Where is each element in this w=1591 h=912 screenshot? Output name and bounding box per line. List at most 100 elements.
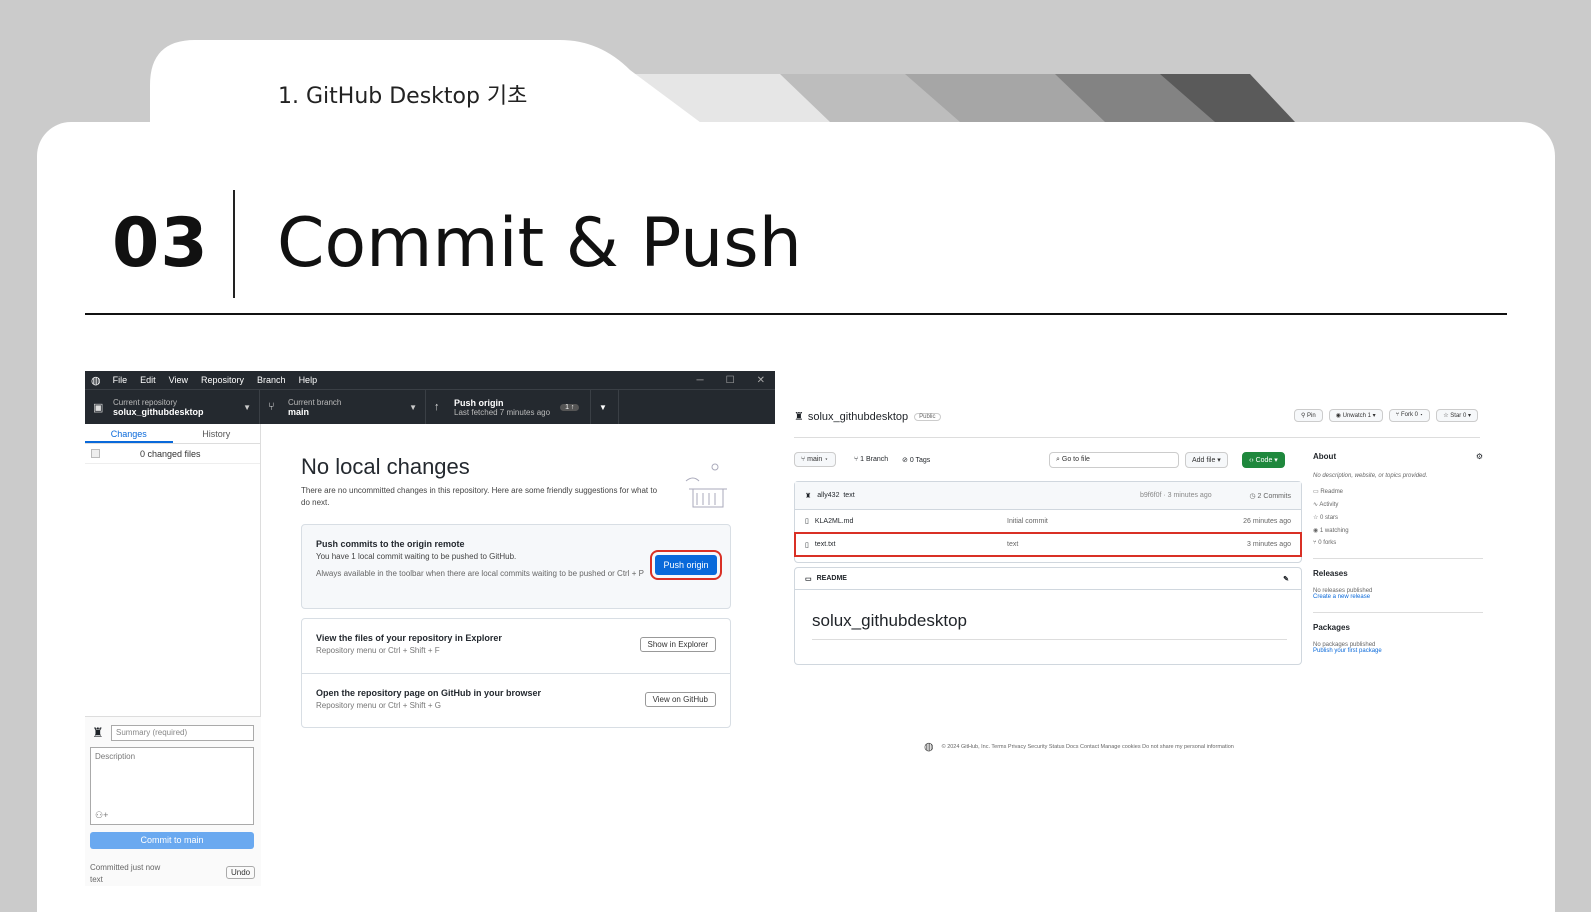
- committed-message: text: [90, 875, 103, 884]
- commits-link[interactable]: ◷ 2 Commits: [1249, 492, 1291, 500]
- latest-commit-row: ♜ ally432 text b9f6f0f · 3 minutes ago ◷…: [795, 482, 1301, 510]
- avatar: ♜: [805, 492, 812, 500]
- commits-count: 2 Commits: [1257, 492, 1291, 500]
- forks-link: 0 forks: [1318, 540, 1337, 546]
- about-stars[interactable]: ☆ 0 stars: [1313, 514, 1483, 521]
- file-time: 26 minutes ago: [1243, 517, 1291, 525]
- menu-help[interactable]: Help: [299, 375, 318, 385]
- about-heading: About: [1313, 452, 1337, 461]
- about-watching[interactable]: ◉ 1 watching: [1313, 527, 1483, 534]
- packages-heading[interactable]: Packages: [1313, 623, 1483, 632]
- eye-icon: ◉: [1335, 413, 1343, 419]
- github-logo-icon: ◍: [91, 374, 101, 387]
- changes-sidebar: Changes History 0 changed files ♜ Summar…: [85, 424, 261, 886]
- current-repo-label: Current repository: [113, 397, 178, 407]
- github-repo-page: ♜ solux_githubdesktop Public ⚲ Pin ◉ Unw…: [794, 400, 1494, 770]
- tags-link[interactable]: ⊘ 0 Tags: [902, 456, 930, 464]
- close-icon[interactable]: ✕: [757, 375, 765, 386]
- commit-message[interactable]: text: [843, 492, 854, 499]
- current-branch-button[interactable]: ⑂ Current branch main ▼: [260, 390, 426, 424]
- about-readme[interactable]: ▭ Readme: [1313, 488, 1483, 495]
- title-divider: [233, 190, 235, 298]
- about-activity[interactable]: ∿ Activity: [1313, 501, 1483, 508]
- branch-select[interactable]: ⑂ main ▾: [794, 452, 836, 467]
- minimize-icon[interactable]: ─: [697, 375, 704, 386]
- unwatch-label: Unwatch 1: [1342, 413, 1371, 419]
- branch-icon: ⑂: [268, 401, 275, 413]
- file-name[interactable]: KLA2ML.md: [815, 518, 854, 525]
- avatar: ♜: [92, 725, 104, 740]
- branches-link[interactable]: ⑂ 1 Branch: [854, 456, 888, 463]
- edit-icon[interactable]: ✎: [1283, 575, 1289, 583]
- branch-name: main: [807, 456, 823, 463]
- folder-tab-background: [150, 40, 1295, 122]
- undo-button[interactable]: Undo: [226, 866, 256, 879]
- repo-name-link[interactable]: solux_githubdesktop: [808, 411, 908, 423]
- table-row[interactable]: ▯ KLA2ML.md Initial commit 26 minutes ag…: [795, 510, 1301, 533]
- footer-links[interactable]: © 2024 GitHub, Inc. Terms Privacy Securi…: [942, 744, 1234, 750]
- view-on-github-button[interactable]: View on GitHub: [644, 692, 716, 707]
- fork-button[interactable]: ⑂ Fork 0 ▾: [1388, 409, 1431, 422]
- push-dropdown-button[interactable]: ▼: [591, 390, 619, 424]
- tab-history[interactable]: History: [173, 424, 261, 443]
- commit-area: ♜ Summary (required) Description ⚇+ Commi…: [85, 716, 261, 886]
- menu-edit[interactable]: Edit: [140, 375, 156, 385]
- activity-link: Activity: [1319, 502, 1339, 508]
- footer: ◍ © 2024 GitHub, Inc. Terms Privacy Secu…: [924, 740, 1234, 753]
- star-label: Star 0: [1450, 413, 1467, 419]
- fork-label: Fork 0: [1400, 412, 1418, 418]
- menu-branch[interactable]: Branch: [257, 375, 286, 385]
- push-suggestion-card: Push commits to the origin remote You ha…: [301, 524, 731, 609]
- readme-title: solux_githubdesktop: [812, 611, 968, 630]
- toolbar: ▣ Current repository solux_githubdesktop …: [85, 389, 775, 424]
- readme-tab[interactable]: README: [817, 575, 847, 582]
- file-name[interactable]: text.txt: [815, 541, 836, 548]
- code-button[interactable]: ‹› Code ▾: [1242, 452, 1285, 468]
- show-in-explorer-button[interactable]: Show in Explorer: [639, 637, 716, 652]
- go-to-file-placeholder: Go to file: [1061, 456, 1090, 463]
- about-sidebar: About ⚙ No description, website, or topic…: [1313, 452, 1483, 654]
- file-commit-message[interactable]: text: [1007, 541, 1018, 548]
- history-icon: ◷: [1249, 492, 1258, 500]
- arrow-up-icon: ↑: [434, 401, 440, 413]
- add-coauthor-icon[interactable]: ⚇+: [95, 810, 108, 821]
- go-to-file-input[interactable]: ⌕ Go to file: [1049, 452, 1179, 468]
- push-origin-button[interactable]: Push origin: [650, 550, 722, 580]
- select-all-checkbox[interactable]: [91, 449, 100, 458]
- description-input[interactable]: Description ⚇+: [90, 747, 254, 825]
- table-row[interactable]: ▯ text.txt text 3 minutes ago: [794, 532, 1302, 557]
- maximize-icon[interactable]: ☐: [726, 375, 735, 386]
- menu-repository[interactable]: Repository: [201, 375, 244, 385]
- menu-view[interactable]: View: [169, 375, 188, 385]
- readme-panel: ▭ README ✎ solux_githubdesktop: [794, 567, 1302, 665]
- watching-link: 1 watching: [1319, 528, 1349, 534]
- book-icon: ▭: [805, 575, 812, 583]
- desk-illustration-icon: [685, 463, 727, 508]
- gear-icon[interactable]: ⚙: [1476, 452, 1483, 461]
- changed-files-count: 0 changed files: [140, 448, 201, 459]
- add-file-button[interactable]: Add file ▾: [1185, 452, 1228, 468]
- commit-to-main-button[interactable]: Commit to main: [90, 832, 254, 849]
- file-time: 3 minutes ago: [1247, 541, 1291, 548]
- commit-author[interactable]: ally432: [817, 492, 839, 499]
- current-repository-button[interactable]: ▣ Current repository solux_githubdesktop …: [85, 390, 260, 424]
- pin-button[interactable]: ⚲ Pin: [1293, 409, 1323, 422]
- menu-file[interactable]: File: [113, 375, 128, 385]
- description-placeholder: Description: [95, 752, 136, 761]
- commit-hash[interactable]: b9f6f0f · 3 minutes ago: [1140, 492, 1212, 499]
- push-origin-toolbar-button[interactable]: ↑ Push origin Last fetched 7 minutes ago …: [426, 390, 591, 424]
- push-origin-label: Push origin: [454, 397, 504, 408]
- releases-heading[interactable]: Releases: [1313, 569, 1483, 578]
- section-title: 1. GitHub Desktop 기초: [278, 84, 528, 109]
- star-button[interactable]: ☆ Star 0 ▾: [1436, 409, 1478, 422]
- file-commit-message[interactable]: Initial commit: [1007, 518, 1048, 525]
- publish-package-link[interactable]: Publish your first package: [1313, 648, 1483, 654]
- avatar: ♜: [794, 411, 804, 423]
- summary-input[interactable]: Summary (required): [111, 725, 254, 741]
- create-release-link[interactable]: Create a new release: [1313, 594, 1483, 600]
- current-repo-value: solux_githubdesktop: [113, 406, 204, 417]
- tab-changes[interactable]: Changes: [85, 424, 173, 443]
- unwatch-button[interactable]: ◉ Unwatch 1 ▾: [1328, 409, 1383, 422]
- committed-time: Committed just now: [90, 863, 161, 872]
- about-forks[interactable]: ⑂ 0 forks: [1313, 540, 1483, 546]
